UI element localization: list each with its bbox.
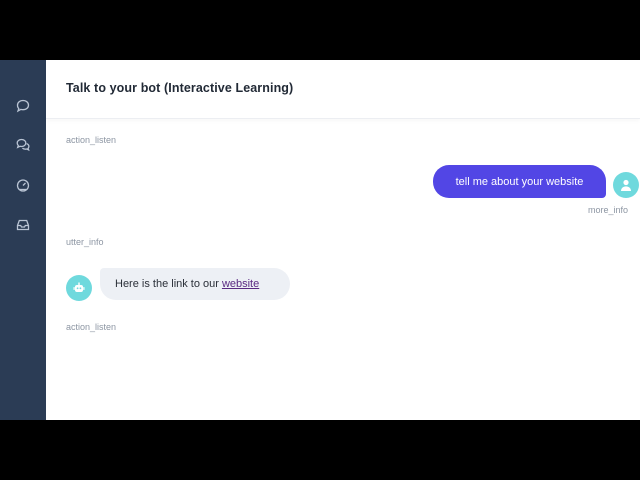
action-label: action_listen — [66, 135, 117, 145]
chat-header: Talk to your bot (Interactive Learning) — [46, 60, 640, 119]
bot-avatar — [66, 275, 92, 301]
dashboard-gauge-icon[interactable] — [14, 176, 32, 194]
chat-panel: Talk to your bot (Interactive Learning) … — [46, 60, 640, 420]
intent-label[interactable]: more_info — [588, 205, 628, 215]
user-icon — [621, 179, 631, 191]
conversations-icon[interactable] — [14, 136, 32, 154]
sidebar — [0, 60, 46, 420]
action-label: utter_info — [66, 237, 104, 247]
robot-icon — [73, 282, 85, 292]
user-message-text: tell me about your website — [455, 175, 584, 188]
bot-message-bubble: Here is the link to our website — [100, 268, 290, 300]
app-window: Talk to your bot (Interactive Learning) … — [0, 60, 640, 420]
page-title: Talk to your bot (Interactive Learning) — [66, 81, 294, 95]
website-link[interactable]: website — [222, 278, 259, 290]
inbox-icon[interactable] — [14, 216, 32, 234]
user-message-bubble: tell me about your website — [433, 165, 606, 198]
user-avatar — [613, 172, 639, 198]
chat-bubble-icon[interactable] — [14, 97, 32, 115]
action-label: action_listen — [66, 322, 117, 332]
bot-message-text: Here is the link to our — [115, 278, 219, 290]
